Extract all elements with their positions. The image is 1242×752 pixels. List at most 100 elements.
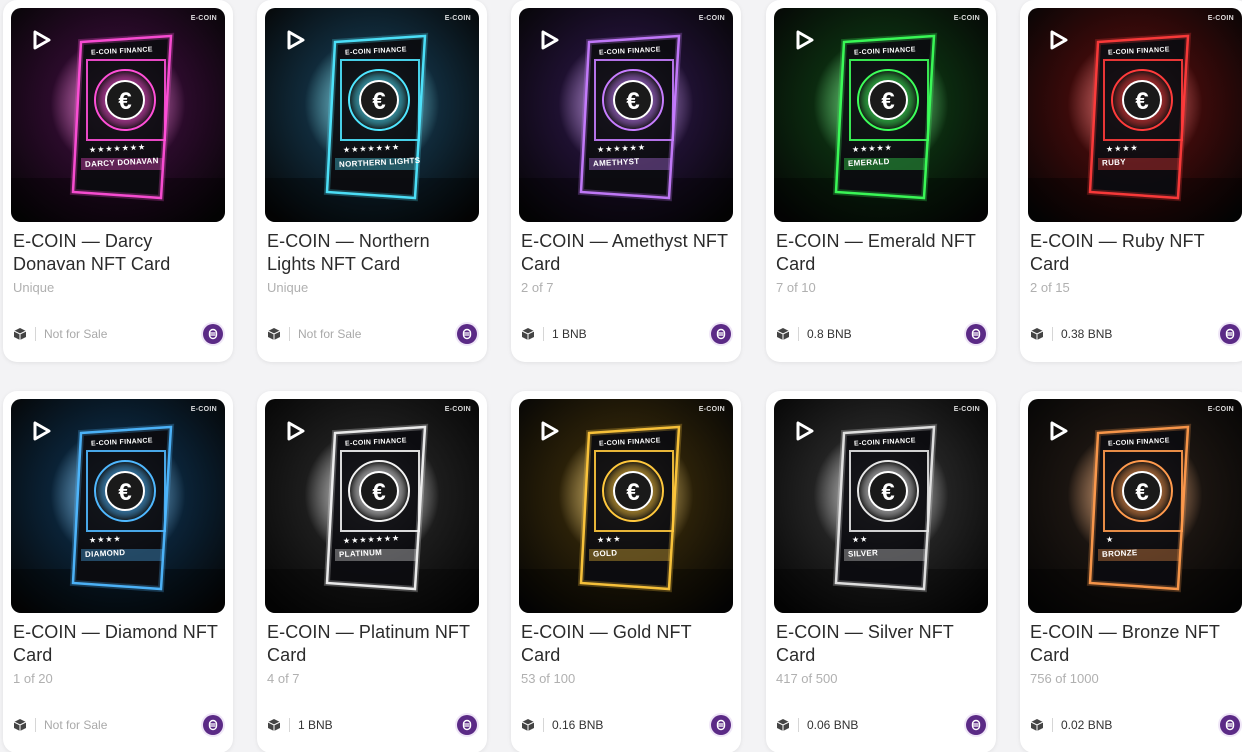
nft-title[interactable]: E-COIN — Gold NFT Card	[521, 621, 733, 667]
card-name-text: GOLD	[592, 548, 618, 559]
nft-artwork[interactable]: € E-COIN E-COIN FINANCE ★ BRONZE	[1028, 399, 1242, 613]
nft-title[interactable]: E-COIN — Darcy Donavan NFT Card	[13, 230, 225, 276]
card-footer: Not for Sale	[267, 322, 477, 346]
nft-card[interactable]: € E-COIN E-COIN FINANCE ★★★★★★ AMETHYST …	[511, 0, 741, 362]
nft-card[interactable]: € E-COIN E-COIN FINANCE ★★★★★★★ NORTHERN…	[257, 0, 487, 362]
cube-icon	[13, 327, 27, 341]
rarity-stars: ★★★★	[88, 534, 122, 545]
ecoin-badge-icon[interactable]	[1220, 324, 1240, 344]
brand-tag: E-COIN	[444, 406, 471, 413]
price-label: 0.02 BNB	[1061, 718, 1113, 732]
nft-title[interactable]: E-COIN — Silver NFT Card	[776, 621, 988, 667]
brand-tag: E-COIN	[190, 15, 217, 22]
card-frame: €	[577, 32, 683, 202]
card-footer: 0.02 BNB	[1030, 713, 1240, 737]
card-footer: 0.38 BNB	[1030, 322, 1240, 346]
card-frame: €	[323, 423, 429, 593]
divider	[289, 718, 290, 732]
svg-text:€: €	[881, 88, 894, 115]
divider	[798, 327, 799, 341]
nft-artwork[interactable]: € E-COIN E-COIN FINANCE ★★★★★★★ NORTHERN…	[265, 8, 479, 222]
svg-text:€: €	[372, 479, 385, 506]
price-label: 0.8 BNB	[807, 327, 852, 341]
card-name-text: BRONZE	[1101, 548, 1138, 559]
card-footer: 0.06 BNB	[776, 713, 986, 737]
ecoin-badge-icon[interactable]	[457, 715, 477, 735]
card-footer: Not for Sale	[13, 713, 223, 737]
card-frame: €	[832, 423, 938, 593]
ecoin-badge-icon[interactable]	[203, 715, 223, 735]
rarity-stars: ★★★★	[1105, 143, 1139, 154]
divider	[543, 718, 544, 732]
brand-tag: E-COIN	[1207, 15, 1234, 22]
nft-card[interactable]: € E-COIN E-COIN FINANCE ★★★ GOLD E-COIN …	[511, 391, 741, 752]
nft-artwork[interactable]: € E-COIN E-COIN FINANCE ★★★★★★ AMETHYST	[519, 8, 733, 222]
edition-count: 4 of 7	[267, 671, 300, 686]
nft-card[interactable]: € E-COIN E-COIN FINANCE ★★★★★ EMERALD E-…	[766, 0, 996, 362]
card-frame: €	[323, 32, 429, 202]
price-label: 0.16 BNB	[552, 718, 604, 732]
edition-count: Unique	[267, 280, 309, 295]
divider	[798, 718, 799, 732]
ecoin-badge-icon[interactable]	[966, 324, 986, 344]
card-frame: €	[1086, 423, 1192, 593]
nft-card[interactable]: € E-COIN E-COIN FINANCE ★★★★★★★ PLATINUM…	[257, 391, 487, 752]
nft-title[interactable]: E-COIN — Amethyst NFT Card	[521, 230, 733, 276]
svg-text:€: €	[626, 479, 639, 506]
card-frame: €	[69, 423, 175, 593]
nft-title[interactable]: E-COIN — Bronze NFT Card	[1030, 621, 1242, 667]
price-label: Not for Sale	[44, 718, 108, 732]
nft-artwork[interactable]: € E-COIN E-COIN FINANCE ★★★ GOLD	[519, 399, 733, 613]
nft-artwork[interactable]: € E-COIN E-COIN FINANCE ★★★★ RUBY	[1028, 8, 1242, 222]
cube-icon	[1030, 718, 1044, 732]
edition-count: 53 of 100	[521, 671, 576, 686]
nft-artwork[interactable]: € E-COIN E-COIN FINANCE ★★★★ DIAMOND	[11, 399, 225, 613]
ecoin-badge-icon[interactable]	[457, 324, 477, 344]
edition-count: Unique	[13, 280, 55, 295]
nft-card[interactable]: € E-COIN E-COIN FINANCE ★★★★ DIAMOND E-C…	[3, 391, 233, 752]
nft-artwork[interactable]: € E-COIN E-COIN FINANCE ★★★★★ EMERALD	[774, 8, 988, 222]
card-footer: 1 BNB	[521, 322, 731, 346]
divider	[35, 718, 36, 732]
nft-title[interactable]: E-COIN — Northern Lights NFT Card	[267, 230, 479, 276]
nft-card[interactable]: € E-COIN E-COIN FINANCE ★★ SILVER E-COIN…	[766, 391, 996, 752]
cube-icon	[521, 718, 535, 732]
svg-text:€: €	[626, 88, 639, 115]
card-frame: €	[577, 423, 683, 593]
price-label: 1 BNB	[298, 718, 333, 732]
nft-title[interactable]: E-COIN — Emerald NFT Card	[776, 230, 988, 276]
cube-icon	[267, 327, 281, 341]
svg-text:€: €	[1135, 88, 1148, 115]
price-label: 0.38 BNB	[1061, 327, 1113, 341]
card-name-text: RUBY	[1101, 157, 1127, 168]
ecoin-badge-icon[interactable]	[966, 715, 986, 735]
nft-title[interactable]: E-COIN — Platinum NFT Card	[267, 621, 479, 667]
brand-tag: E-COIN	[190, 406, 217, 413]
ecoin-badge-icon[interactable]	[203, 324, 223, 344]
svg-text:€: €	[372, 88, 385, 115]
ecoin-badge-icon[interactable]	[711, 324, 731, 344]
ecoin-badge-icon[interactable]	[711, 715, 731, 735]
nft-artwork[interactable]: € E-COIN E-COIN FINANCE ★★ SILVER	[774, 399, 988, 613]
price-label: Not for Sale	[298, 327, 362, 341]
svg-text:€: €	[118, 88, 131, 115]
brand-tag: E-COIN	[698, 406, 725, 413]
cube-icon	[267, 718, 281, 732]
ecoin-badge-icon[interactable]	[1220, 715, 1240, 735]
edition-count: 1 of 20	[13, 671, 53, 686]
nft-artwork[interactable]: € E-COIN E-COIN FINANCE ★★★★★★★ PLATINUM	[265, 399, 479, 613]
nft-title[interactable]: E-COIN — Ruby NFT Card	[1030, 230, 1242, 276]
price-label: 0.06 BNB	[807, 718, 859, 732]
cube-icon	[1030, 327, 1044, 341]
price-label: Not for Sale	[44, 327, 108, 341]
nft-artwork[interactable]: € E-COIN E-COIN FINANCE ★★★★★★★ DARCY DO…	[11, 8, 225, 222]
edition-count: 7 of 10	[776, 280, 816, 295]
card-footer: 0.16 BNB	[521, 713, 731, 737]
nft-title[interactable]: E-COIN — Diamond NFT Card	[13, 621, 225, 667]
nft-card[interactable]: € E-COIN E-COIN FINANCE ★★★★★★★ DARCY DO…	[3, 0, 233, 362]
divider	[35, 327, 36, 341]
nft-card[interactable]: € E-COIN E-COIN FINANCE ★★★★ RUBY E-COIN…	[1020, 0, 1242, 362]
nft-card[interactable]: € E-COIN E-COIN FINANCE ★ BRONZE E-COIN …	[1020, 391, 1242, 752]
rarity-stars: ★★★	[596, 534, 622, 545]
svg-text:€: €	[1135, 479, 1148, 506]
